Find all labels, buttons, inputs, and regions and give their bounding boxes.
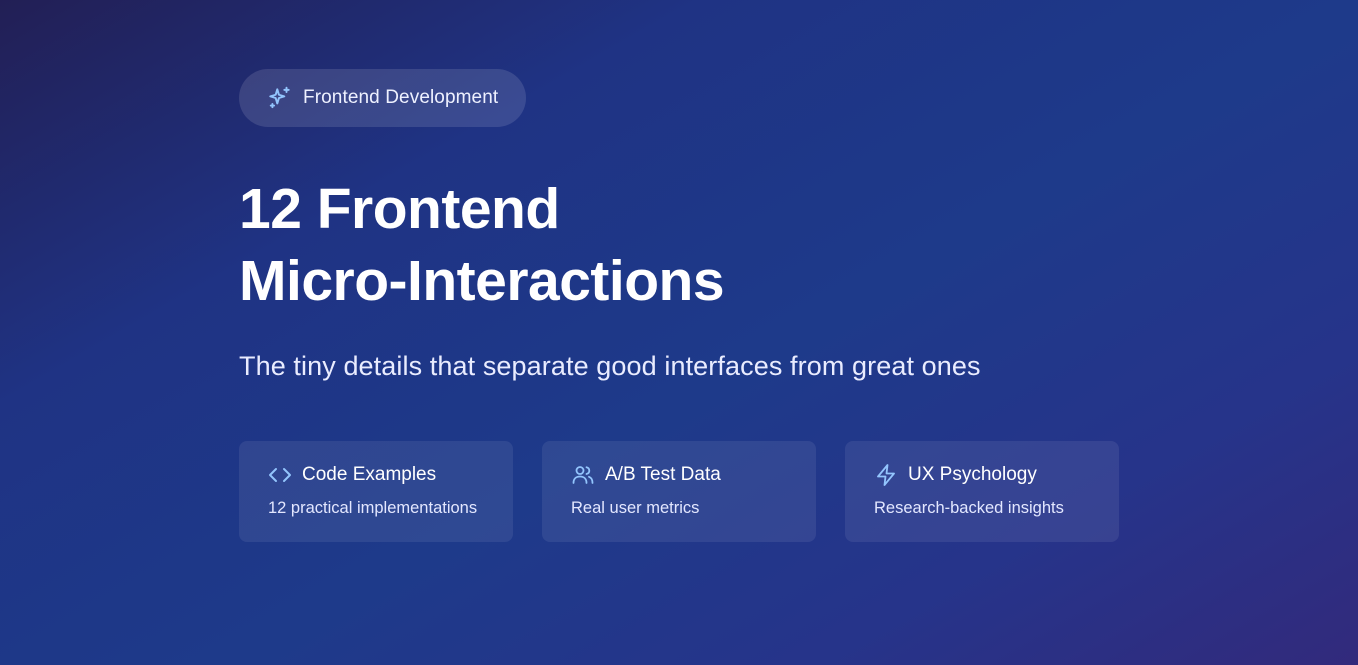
title-line-2: Micro-Interactions <box>239 249 725 313</box>
title-line-1: 12 Frontend <box>239 177 560 241</box>
users-icon <box>571 463 595 487</box>
card-description: Real user metrics <box>571 499 700 517</box>
feature-cards: Code Examples 12 practical implementatio… <box>239 441 1139 542</box>
card-description: Research-backed insights <box>874 499 1064 517</box>
sparkles-icon <box>267 85 293 111</box>
feature-card-ux-psychology: UX Psychology Research-backed insights <box>845 441 1119 542</box>
lightning-icon <box>874 463 898 487</box>
card-header: UX Psychology <box>874 462 1091 488</box>
hero-section: Frontend Development 12 Frontend Micro-I… <box>239 69 1139 542</box>
page-subtitle: The tiny details that separate good inte… <box>239 351 981 381</box>
card-title: A/B Test Data <box>605 464 721 485</box>
badge-label: Frontend Development <box>303 87 499 108</box>
page-title: 12 Frontend Micro-Interactions <box>239 173 1139 317</box>
code-icon <box>268 463 292 487</box>
feature-card-code-examples: Code Examples 12 practical implementatio… <box>239 441 513 542</box>
card-title: UX Psychology <box>908 464 1037 485</box>
card-description: 12 practical implementations <box>268 499 478 517</box>
feature-card-ab-test-data: A/B Test Data Real user metrics <box>542 441 816 542</box>
card-title: Code Examples <box>302 464 437 485</box>
card-header: A/B Test Data <box>571 462 788 488</box>
card-header: Code Examples <box>268 462 485 488</box>
category-badge: Frontend Development <box>239 69 527 127</box>
